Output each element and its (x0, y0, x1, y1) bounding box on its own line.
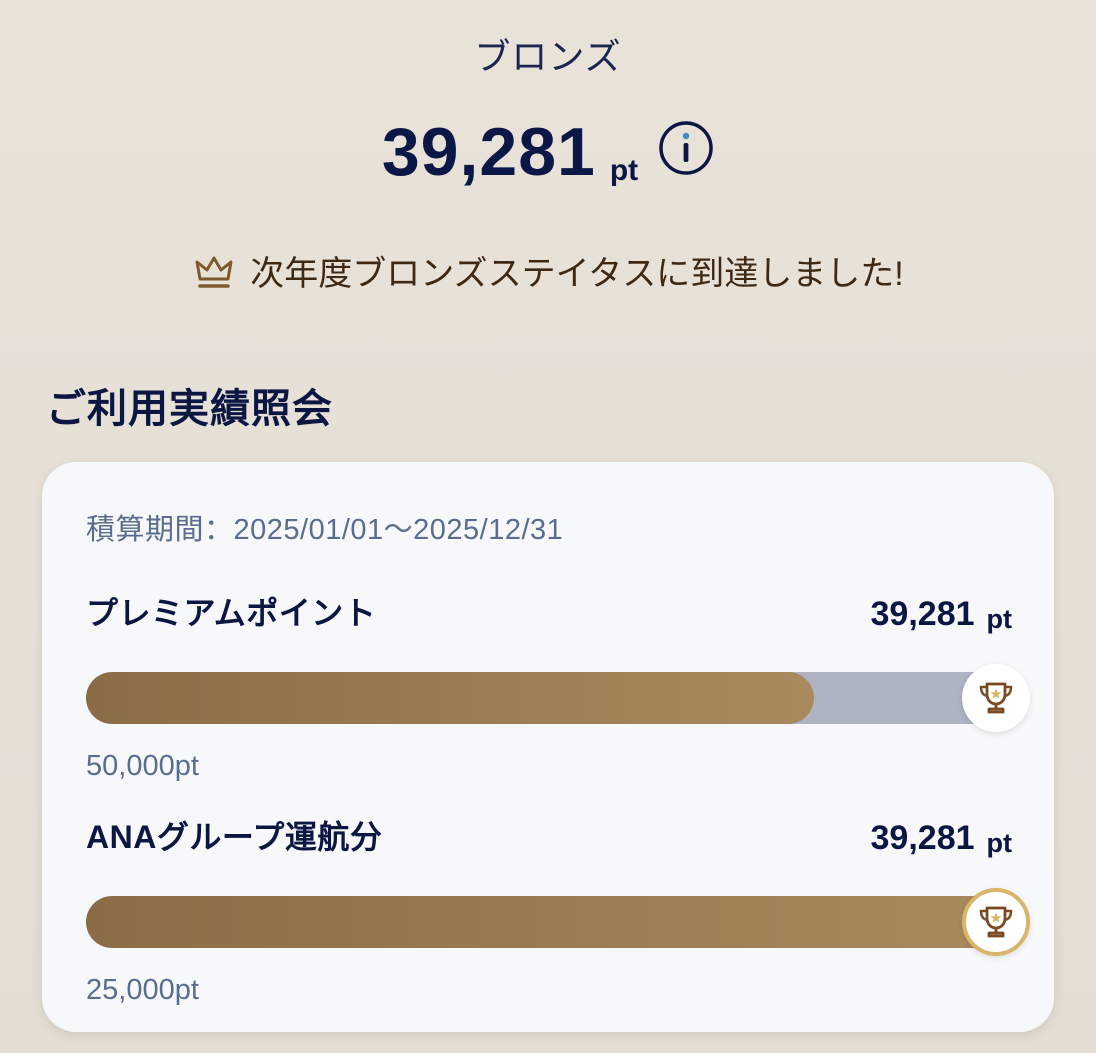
metric-unit: pt (986, 604, 1012, 634)
points-summary: 39,281 pt (0, 114, 1096, 190)
metric-ana-group: ANAグループ運航分 39,281 pt 25,000pt (86, 810, 1030, 1007)
trophy-icon (962, 888, 1030, 956)
next-status-message: 次年度ブロンズステイタスに到達しました! (0, 246, 1096, 295)
metric-value: 39,281 (870, 819, 975, 857)
metric-name: プレミアムポイント (86, 595, 377, 631)
metric-premium-points: プレミアムポイント 39,281 pt 50,000pt (86, 586, 1030, 783)
points-unit: pt (609, 154, 639, 187)
progress-track (86, 672, 1012, 724)
metric-unit: pt (986, 828, 1012, 858)
section-title: ご利用実績照会 (46, 387, 333, 431)
accumulation-period: 積算期間：2025/01/01〜2025/12/31 (86, 514, 564, 546)
crown-icon (192, 249, 236, 293)
progress-bar (86, 664, 1030, 732)
metric-target: 25,000pt (86, 974, 199, 1006)
next-status-text: 次年度ブロンズステイタスに到達しました! (250, 255, 904, 293)
progress-track (86, 896, 1012, 948)
progress-fill (86, 896, 1012, 948)
progress-bar (86, 888, 1030, 956)
progress-fill (86, 672, 814, 724)
metric-name: ANAグループ運航分 (86, 819, 383, 855)
status-name: ブロンズ (474, 36, 622, 77)
trophy-icon (962, 664, 1030, 732)
metric-value: 39,281 (870, 595, 975, 633)
metric-target: 50,000pt (86, 750, 199, 782)
points-value: 39,281 (381, 114, 596, 190)
usage-card: 積算期間：2025/01/01〜2025/12/31 プレミアムポイント 39,… (42, 462, 1054, 1032)
info-icon[interactable] (658, 120, 714, 176)
